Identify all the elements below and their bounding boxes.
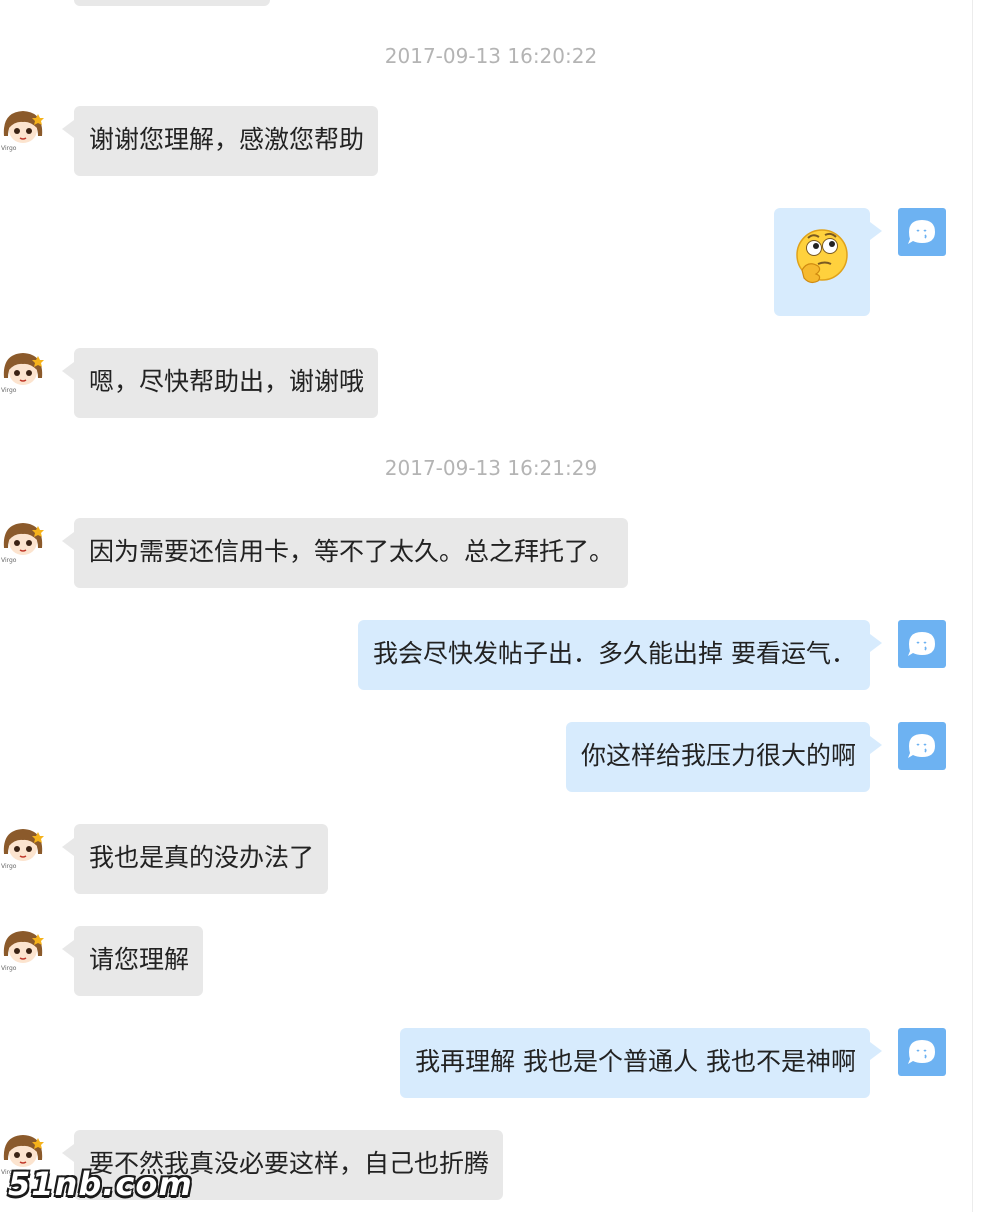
svg-text:Virgo: Virgo	[1, 145, 17, 152]
svg-text:Virgo: Virgo	[1, 965, 17, 972]
message-bubble[interactable]: 我也是真的没办法了	[62, 824, 329, 894]
svg-text:Virgo: Virgo	[1, 863, 17, 870]
message-text: 谢谢您理解，感激您帮助	[89, 125, 365, 154]
scrollbar-track[interactable]	[972, 0, 973, 1212]
bubble-tail	[62, 120, 74, 138]
previous-message-bubble	[74, 0, 270, 6]
message-text: 你这样给我压力很大的啊	[580, 741, 856, 770]
message-text: 嗯，尽快帮助出，谢谢哦	[89, 367, 365, 396]
site-watermark: 51nb.com	[8, 1165, 193, 1203]
user-avatar[interactable]: Virgo	[0, 824, 46, 870]
message-bubble[interactable]: 因为需要还信用卡，等不了太久。总之拜托了。	[62, 518, 629, 588]
message-bubble[interactable]: 请您理解	[62, 926, 204, 996]
bubble-tail	[870, 736, 882, 754]
user-avatar[interactable]: Virgo	[0, 518, 46, 564]
thinking-face-emoji	[796, 229, 848, 284]
agent-avatar[interactable]	[898, 722, 946, 770]
message-timestamp: 2017-09-13 16:21:29	[384, 456, 598, 480]
emoji-message-bubble[interactable]	[774, 208, 882, 316]
bubble-tail	[62, 838, 74, 856]
bubble-tail	[870, 1042, 882, 1060]
bubble-tail	[870, 634, 882, 652]
bubble-tail	[62, 1144, 74, 1162]
user-avatar[interactable]: Virgo	[0, 106, 46, 152]
message-text: 请您理解	[89, 945, 190, 974]
bubble-tail	[62, 362, 74, 380]
message-text: 我也是真的没办法了	[89, 843, 315, 872]
message-bubble[interactable]: 我再理解 我也是个普通人 我也不是神啊	[400, 1028, 882, 1098]
message-bubble[interactable]: 嗯，尽快帮助出，谢谢哦	[62, 348, 379, 418]
message-bubble[interactable]: 你这样给我压力很大的啊	[565, 722, 882, 792]
agent-avatar[interactable]	[898, 620, 946, 668]
svg-text:Virgo: Virgo	[1, 387, 17, 394]
bubble-tail	[62, 532, 74, 550]
message-bubble[interactable]: 谢谢您理解，感激您帮助	[62, 106, 379, 176]
message-text: 我会尽快发帖子出．多久能出掉 要看运气．	[373, 639, 856, 668]
user-avatar[interactable]: Virgo	[0, 348, 46, 394]
message-text: 因为需要还信用卡，等不了太久。总之拜托了。	[89, 537, 615, 566]
bubble-tail	[62, 940, 74, 958]
message-timestamp: 2017-09-13 16:20:22	[384, 44, 598, 68]
bubble-tail	[870, 222, 882, 240]
message-text: 我再理解 我也是个普通人 我也不是神啊	[415, 1047, 856, 1076]
user-avatar[interactable]: Virgo	[0, 926, 46, 972]
agent-avatar[interactable]	[898, 208, 946, 256]
agent-avatar[interactable]	[898, 1028, 946, 1076]
svg-text:Virgo: Virgo	[1, 557, 17, 564]
message-bubble[interactable]: 我会尽快发帖子出．多久能出掉 要看运气．	[358, 620, 882, 690]
